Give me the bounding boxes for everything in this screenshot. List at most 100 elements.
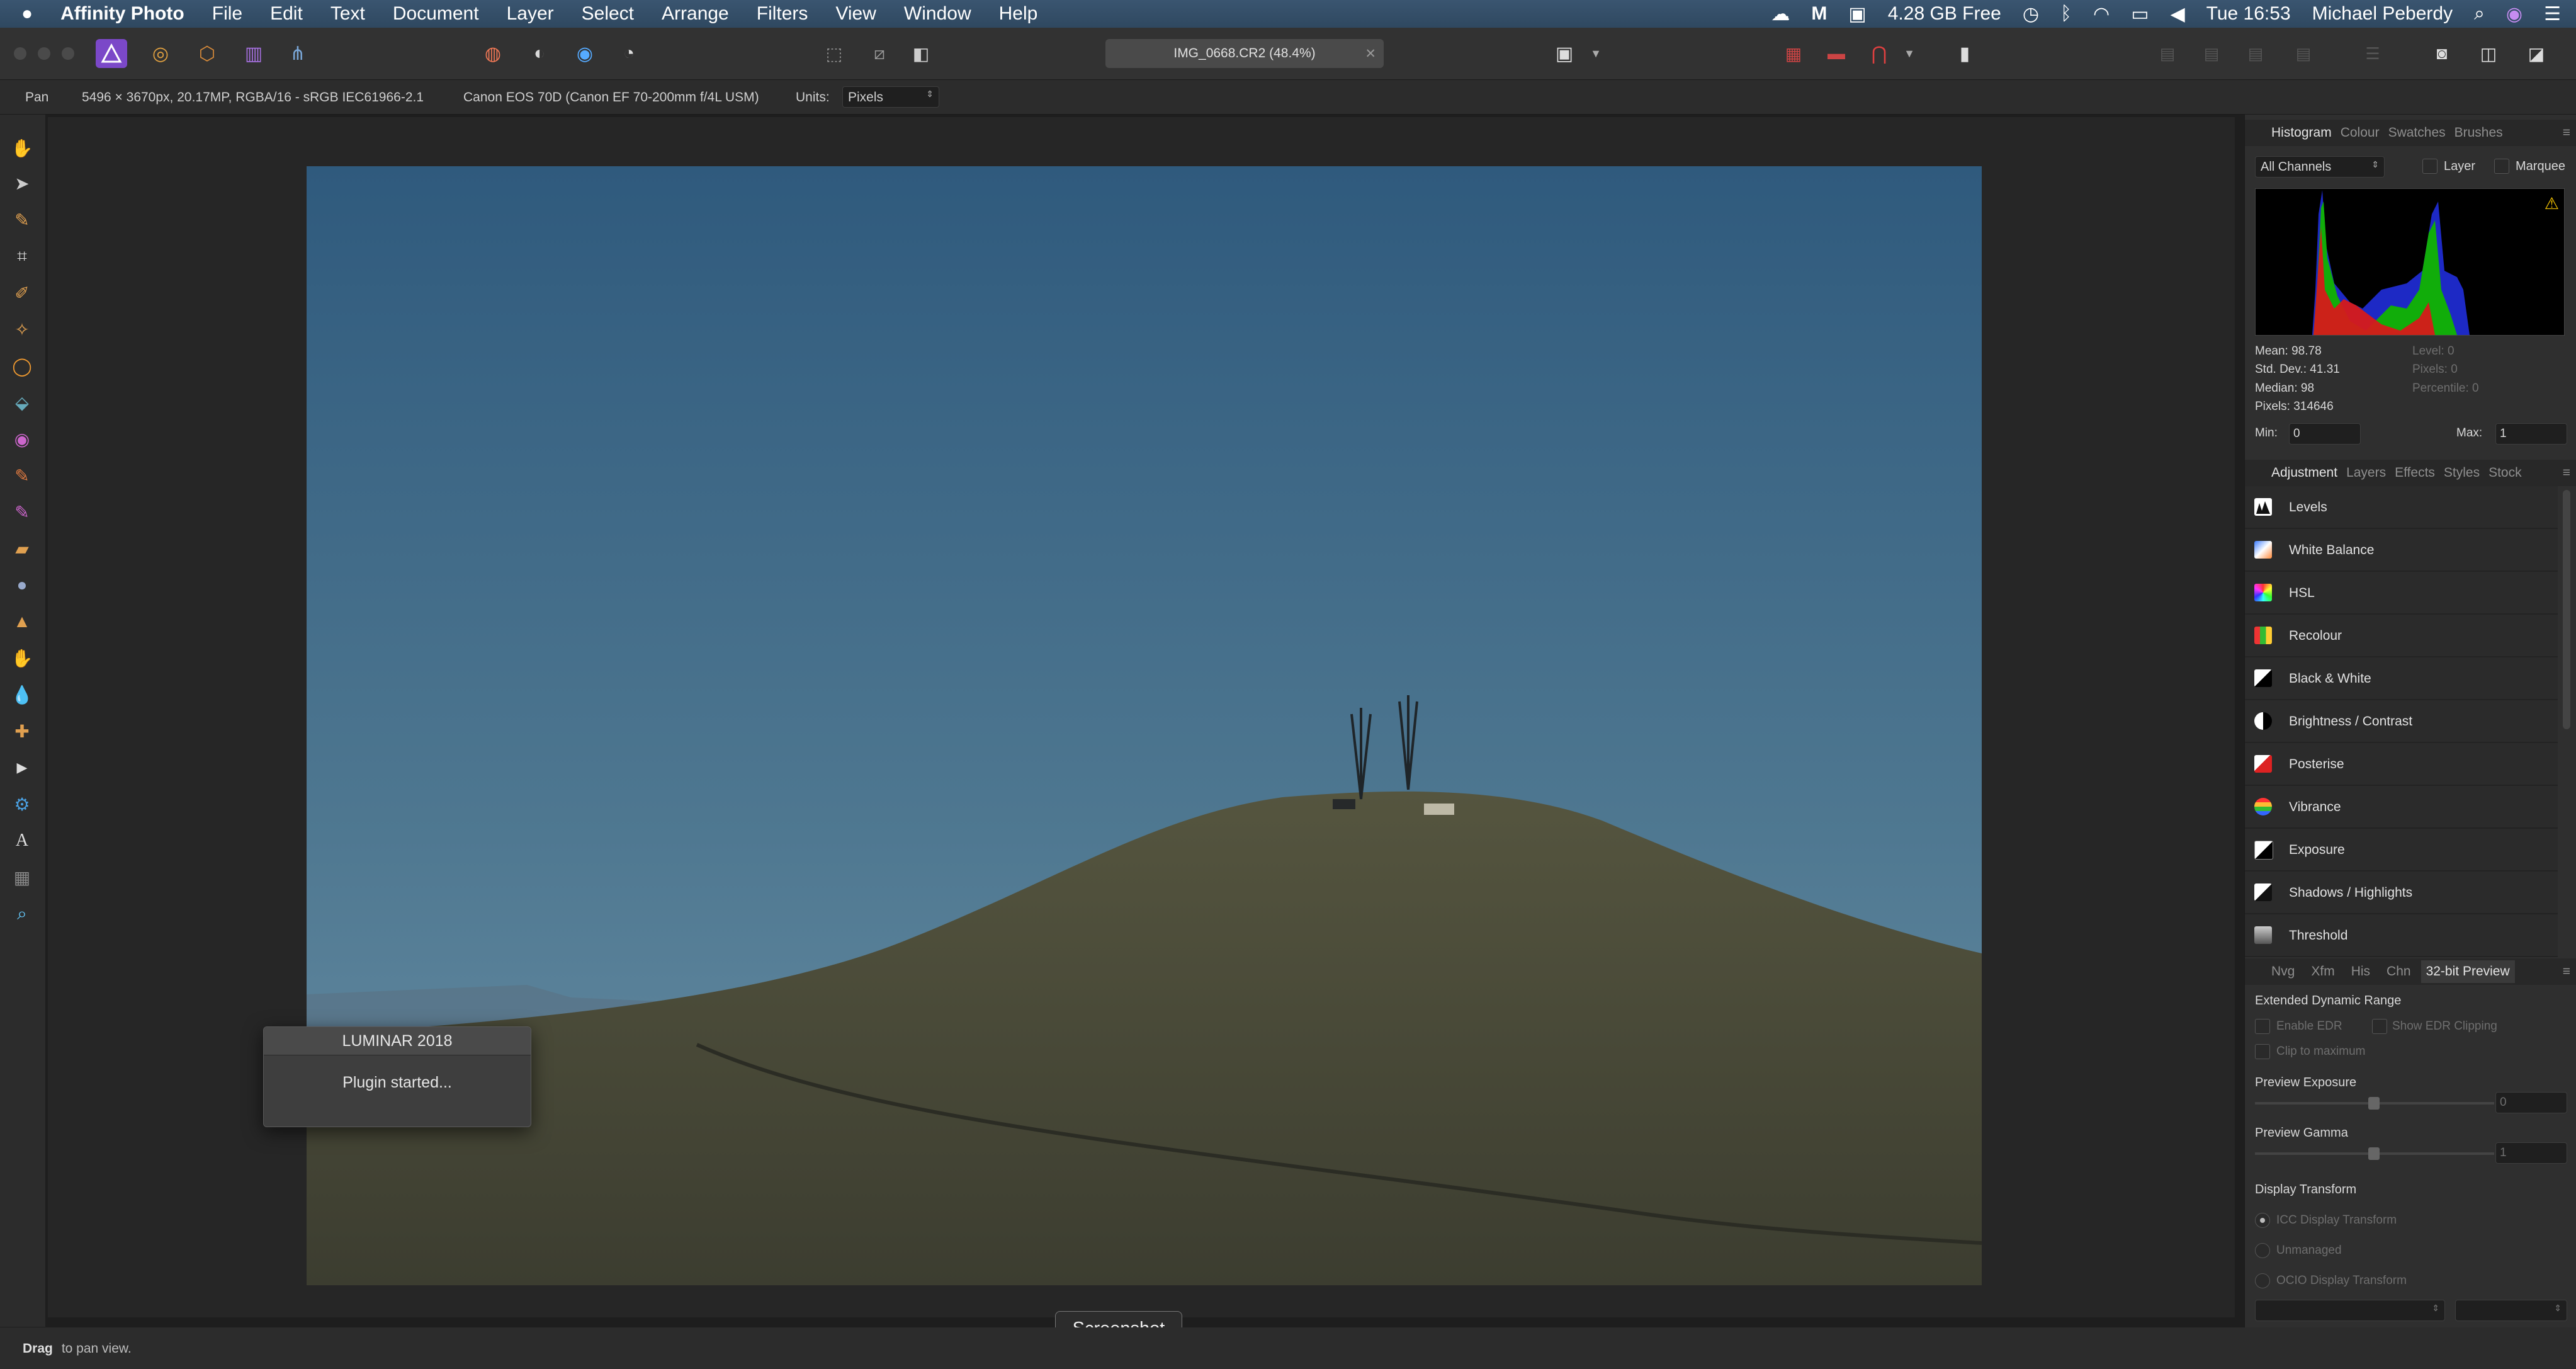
studio-toggle-icon[interactable]: ◙	[2427, 39, 2456, 68]
menu-filters[interactable]: Filters	[757, 3, 808, 25]
tab-swatches[interactable]: Swatches	[2388, 125, 2446, 140]
snapping-dropdown-icon[interactable]: ▼	[1900, 39, 1919, 68]
assistant-icon[interactable]: ▮	[1950, 39, 1979, 68]
quick-mask-icon[interactable]: ▣	[1550, 39, 1579, 68]
marquee-icon[interactable]: ⬚	[820, 39, 849, 68]
clip-to-max-checkbox[interactable]	[2255, 1044, 2270, 1059]
adjustment-item-black-white[interactable]: Black & White	[2245, 657, 2558, 700]
ocio-device-select[interactable]: ⇕	[2255, 1300, 2445, 1321]
adjustment-item-white-balance[interactable]: White Balance	[2245, 529, 2558, 572]
tab-32bit-preview[interactable]: 32-bit Preview	[2421, 960, 2515, 983]
gamma-input[interactable]: 1	[2495, 1142, 2567, 1164]
photo-canvas[interactable]	[307, 166, 1982, 1285]
zoom-icon[interactable]: ⌕	[9, 900, 35, 927]
menu-text[interactable]: Text	[330, 3, 365, 25]
flood-fill-icon[interactable]: ⬙	[9, 389, 35, 416]
memory-icon[interactable]: ▣	[1848, 3, 1866, 25]
gradient-icon[interactable]: ◉	[9, 426, 35, 452]
tab-styles[interactable]: Styles	[2444, 465, 2480, 480]
exposure-input[interactable]: 0	[2495, 1092, 2567, 1113]
menu-edit[interactable]: Edit	[270, 3, 303, 25]
adjustment-item-levels[interactable]: Levels	[2245, 486, 2558, 529]
zoom-window-icon[interactable]	[62, 47, 74, 60]
menu-document[interactable]: Document	[393, 3, 479, 25]
color-wheel-icon[interactable]: ◍	[478, 39, 507, 68]
panel-menu-icon[interactable]: ≡	[2563, 125, 2570, 140]
studio-panel-icon[interactable]: ◫	[2474, 39, 2503, 68]
volume-icon[interactable]: ◀	[2171, 3, 2185, 25]
adjustment-item-hsl[interactable]: HSL	[2245, 572, 2558, 615]
hsl-icon[interactable]: ◉	[570, 39, 599, 68]
panel-menu-icon[interactable]: ≡	[2563, 465, 2570, 480]
clock[interactable]: Tue 16:53	[2206, 3, 2291, 25]
pen-icon[interactable]: ▶	[9, 754, 35, 781]
force-pixel-icon[interactable]: ▬	[1822, 39, 1851, 68]
adjustment-item-threshold[interactable]: Threshold	[2245, 914, 2558, 957]
tone-mapping-persona-icon[interactable]: ▥	[239, 39, 268, 68]
move-icon[interactable]: ➤	[9, 170, 35, 196]
tab-layers[interactable]: Layers	[2346, 465, 2386, 480]
hand-icon[interactable]: ✋	[9, 135, 35, 161]
arrange-front-icon[interactable]: ▤	[2289, 39, 2318, 68]
unmanaged-radio[interactable]	[2255, 1243, 2270, 1258]
studio-preset-icon[interactable]: ◪	[2522, 39, 2551, 68]
contrast-icon[interactable]: ◐	[525, 39, 554, 68]
smudge-icon[interactable]: ✋	[9, 645, 35, 671]
tab-navigator[interactable]: Nvg	[2271, 964, 2295, 979]
time-machine-icon[interactable]: ◷	[2023, 3, 2039, 25]
menu-select[interactable]: Select	[582, 3, 634, 25]
healing-icon[interactable]: ✚	[9, 718, 35, 744]
siri-icon[interactable]: ◉	[2506, 3, 2522, 25]
arrange-backward-icon[interactable]: ▤	[2197, 39, 2226, 68]
panel-menu-icon[interactable]: ≡	[2563, 964, 2570, 979]
search-icon[interactable]: ⌕	[2474, 3, 2485, 25]
warning-icon[interactable]: ⚠	[2545, 194, 2559, 213]
document-tab[interactable]: IMG_0668.CR2 (48.4%) ✕	[1105, 39, 1384, 68]
adjustment-item-posterise[interactable]: Posterise	[2245, 743, 2558, 786]
arrange-back-icon[interactable]: ▤	[2153, 39, 2182, 68]
apple-icon[interactable]: ●	[21, 3, 33, 25]
develop-persona-icon[interactable]: ⬡	[193, 39, 222, 68]
white-balance-icon[interactable]: ◔	[614, 39, 643, 68]
memory-free[interactable]: 4.28 GB Free	[1888, 3, 2001, 25]
units-select[interactable]: Pixels ⇕	[842, 86, 939, 108]
clone-icon[interactable]: ▲	[9, 608, 35, 635]
menu-layer[interactable]: Layer	[507, 3, 554, 25]
gear-icon[interactable]: ⚙	[9, 791, 35, 817]
selection-brush-icon[interactable]: ✐	[9, 280, 35, 306]
notification-icon[interactable]: ☰	[2544, 3, 2561, 25]
blur-icon[interactable]: 💧	[9, 681, 35, 708]
text-icon[interactable]: A	[9, 827, 35, 854]
airplay-icon[interactable]: ▭	[2131, 3, 2149, 25]
snapping-magnet-icon[interactable]: ⋂	[1865, 39, 1894, 68]
user-name[interactable]: Michael Peberdy	[2312, 3, 2453, 25]
gamma-slider-thumb[interactable]	[2368, 1147, 2380, 1160]
wifi-icon[interactable]: ◠	[2093, 3, 2110, 25]
icc-radio[interactable]	[2255, 1213, 2270, 1228]
adjustment-item-brightness-contrast[interactable]: Brightness / Contrast	[2245, 700, 2558, 743]
channel-select[interactable]: All Channels ⇕	[2255, 156, 2385, 178]
max-input[interactable]: 1	[2495, 423, 2567, 445]
close-window-icon[interactable]	[14, 47, 26, 60]
deselect-icon[interactable]: ⧄	[865, 39, 894, 68]
flood-select-icon[interactable]: ✧	[9, 316, 35, 343]
color-replacement-icon[interactable]: ✎	[9, 499, 35, 525]
enable-edr-checkbox[interactable]	[2255, 1019, 2270, 1034]
marquee-ellipse-icon[interactable]: ◯	[9, 353, 35, 379]
minimize-window-icon[interactable]	[38, 47, 50, 60]
exposure-slider-thumb[interactable]	[2368, 1097, 2380, 1110]
adjustment-item-vibrance[interactable]: Vibrance	[2245, 786, 2558, 829]
eraser-icon[interactable]: ▰	[9, 535, 35, 562]
quick-mask-dropdown-icon[interactable]: ▼	[1586, 39, 1605, 68]
snapping-grid-icon[interactable]: ▦	[1779, 39, 1808, 68]
adjustment-item-shadows-highlights[interactable]: Shadows / Highlights	[2245, 872, 2558, 914]
photo-persona-icon[interactable]	[96, 39, 127, 68]
marquee-checkbox[interactable]	[2494, 159, 2509, 174]
invert-selection-icon[interactable]: ◧	[907, 39, 935, 68]
menu-window[interactable]: Window	[904, 3, 971, 25]
tab-history[interactable]: His	[2351, 964, 2370, 979]
min-input[interactable]: 0	[2289, 423, 2361, 445]
m-icon[interactable]: M	[1811, 3, 1827, 25]
tab-stock[interactable]: Stock	[2488, 465, 2522, 480]
layer-checkbox[interactable]	[2422, 159, 2438, 174]
